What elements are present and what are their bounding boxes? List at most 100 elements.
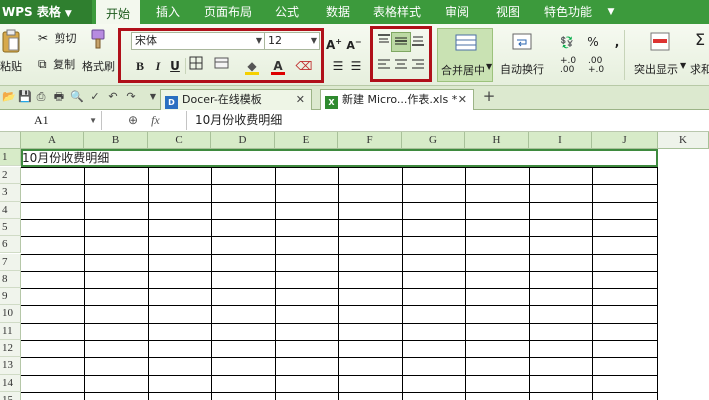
selected-merged-cell-a1[interactable] xyxy=(21,149,658,167)
app-title: WPS 表格 xyxy=(2,5,61,19)
column-header-c[interactable]: C xyxy=(148,132,211,149)
tab-review[interactable]: 审阅 xyxy=(437,0,477,24)
row-header-1[interactable]: 1 xyxy=(0,149,21,167)
tab-home[interactable]: 开始 xyxy=(96,0,140,26)
conditional-highlight-button[interactable]: 突出显示 ▼ xyxy=(632,28,686,82)
row-header-11[interactable]: 11 xyxy=(0,322,21,340)
save-icon[interactable]: 💾 xyxy=(18,90,32,104)
cell-a1[interactable]: 10月份收费明细 xyxy=(22,150,109,166)
sum-label: 求和 xyxy=(690,63,709,76)
close-icon[interactable]: ✕ xyxy=(458,90,467,109)
align-bottom-icon xyxy=(412,36,424,46)
column-header-d[interactable]: D xyxy=(211,132,275,149)
print-icon[interactable]: 🖶 xyxy=(52,90,66,104)
increase-decimal-bottom: .00 xyxy=(560,65,575,75)
wrap-text-button[interactable]: 自动换行 xyxy=(498,28,546,82)
app-menu-button[interactable]: WPS 表格 ▼ xyxy=(0,0,92,24)
paste-label[interactable]: 粘贴 xyxy=(0,58,22,74)
grow-font-icon: A+ xyxy=(326,37,342,52)
undo-icon[interactable]: ↶ xyxy=(106,90,120,104)
column-header-j[interactable]: J xyxy=(592,132,658,149)
decrease-font-size-button[interactable]: A− xyxy=(344,32,364,52)
row-header-7[interactable]: 7 xyxy=(0,253,21,271)
row-header-14[interactable]: 14 xyxy=(0,374,21,392)
indent-increase-button[interactable]: ☰ xyxy=(346,56,366,76)
column-header-f[interactable]: F xyxy=(338,132,402,149)
highlight-label: 突出显示 xyxy=(634,63,678,76)
cut-label: 剪切 xyxy=(54,32,77,45)
format-painter-label[interactable]: 格式刷 xyxy=(82,58,115,74)
decrease-decimal-button[interactable]: .00 +.0 xyxy=(588,57,604,75)
zoom-icon[interactable]: ⊕ xyxy=(128,113,138,127)
paste-button[interactable] xyxy=(0,28,26,56)
tab-page-layout[interactable]: 页面布局 xyxy=(197,0,259,24)
row-header-3[interactable]: 3 xyxy=(0,184,21,202)
tab-insert[interactable]: 插入 xyxy=(148,0,188,24)
column-header-a[interactable]: A xyxy=(21,132,84,149)
outdent-icon: ☰ xyxy=(332,59,344,73)
highlight-box-font xyxy=(118,28,324,83)
column-header-k[interactable]: K xyxy=(658,132,709,149)
row-header-4[interactable]: 4 xyxy=(0,201,21,219)
indent-decrease-button[interactable]: ☰ xyxy=(328,56,348,76)
tab-data[interactable]: 数据 xyxy=(318,0,358,24)
fx-button[interactable]: fx xyxy=(151,113,160,127)
merge-center-button[interactable]: 合并居中 ▼ xyxy=(437,28,493,82)
format-painter-button[interactable] xyxy=(86,28,108,53)
redo-icon[interactable]: ↷ xyxy=(124,90,138,104)
copy-button[interactable]: ⧉ 复制 xyxy=(38,56,75,72)
align-right-button[interactable] xyxy=(408,56,428,76)
column-header-i[interactable]: I xyxy=(529,132,592,149)
tab-view[interactable]: 视图 xyxy=(488,0,528,24)
column-header-g[interactable]: G xyxy=(402,132,465,149)
close-icon[interactable]: ✕ xyxy=(296,90,305,109)
tab-docer-templates[interactable]: D Docer-在线模板 ✕ xyxy=(160,89,312,110)
increase-decimal-button[interactable]: +.0 .00 xyxy=(560,57,576,75)
row-header-5[interactable]: 5 xyxy=(0,218,21,237)
cut-button[interactable]: ✂ 剪切 xyxy=(38,30,77,46)
increase-font-size-button[interactable]: A+ xyxy=(324,32,344,52)
new-tab-button[interactable]: + xyxy=(482,89,496,104)
wrap-text-label: 自动换行 xyxy=(500,63,544,76)
conditional-format-icon xyxy=(650,32,670,51)
row-header-8[interactable]: 8 xyxy=(0,270,21,289)
sum-button[interactable]: Σ 求和 xyxy=(690,28,709,82)
formula-input[interactable]: 10月份收费明细 xyxy=(186,111,282,130)
chevron-down-icon: ▼ xyxy=(64,9,72,19)
column-header-e[interactable]: E xyxy=(275,132,338,149)
row-header-15[interactable]: 15 xyxy=(0,391,21,400)
column-header-b[interactable]: B xyxy=(84,132,148,149)
clipboard-icon xyxy=(2,29,20,53)
spell-check-icon[interactable]: ✓ xyxy=(88,90,102,104)
spreadsheet-icon: X xyxy=(325,96,338,109)
spreadsheet-grid[interactable]: A B C D E F G H I J K 1 2 3 4 5 6 7 8 9 … xyxy=(0,132,709,400)
docer-icon: D xyxy=(165,96,178,109)
tab-special-features[interactable]: 特色功能 xyxy=(537,0,599,24)
row-header-2[interactable]: 2 xyxy=(0,167,21,185)
name-box[interactable]: A1 ▼ xyxy=(0,111,102,130)
select-all-corner[interactable] xyxy=(0,132,21,149)
currency-format-button[interactable]: 💱 xyxy=(557,32,577,52)
align-bottom-button[interactable] xyxy=(408,32,428,52)
row-header-9[interactable]: 9 xyxy=(0,288,21,306)
row-header-6[interactable]: 6 xyxy=(0,236,21,254)
tab-workbook[interactable]: X 新建 Micro...作表.xls * ✕ xyxy=(320,89,474,110)
tab-table-style[interactable]: 表格样式 xyxy=(366,0,428,24)
export-pdf-icon[interactable]: ⎙ xyxy=(34,90,48,104)
row-header-12[interactable]: 12 xyxy=(0,340,21,358)
shrink-font-icon: A− xyxy=(346,37,362,52)
wrap-text-icon xyxy=(512,33,532,50)
chevron-down-icon[interactable]: ▼ xyxy=(604,0,618,24)
percent-button[interactable]: % xyxy=(583,32,603,52)
row-header-10[interactable]: 10 xyxy=(0,305,21,323)
formula-tools: ⊕ fx xyxy=(128,111,160,130)
chevron-down-icon: ▼ xyxy=(486,62,493,71)
open-folder-icon[interactable]: 📂 xyxy=(2,90,16,104)
chevron-down-icon[interactable]: ▼ xyxy=(146,90,160,104)
tab-formulas[interactable]: 公式 xyxy=(267,0,307,24)
scissors-icon: ✂ xyxy=(38,31,49,45)
column-header-h[interactable]: H xyxy=(465,132,529,149)
row-header-13[interactable]: 13 xyxy=(0,357,21,375)
print-preview-icon[interactable]: 🔍 xyxy=(70,90,84,104)
document-tab-bar: 📂 💾 ⎙ 🖶 🔍 ✓ ↶ ↷ ▼ D Docer-在线模板 ✕ X 新建 Micr… xyxy=(0,86,709,110)
